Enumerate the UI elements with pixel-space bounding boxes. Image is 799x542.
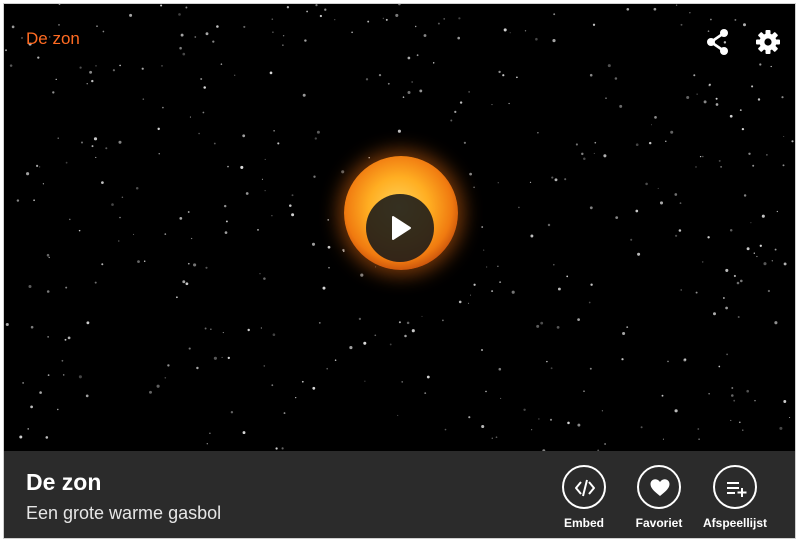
playlist-button[interactable]: Afspeellijst — [696, 465, 776, 535]
heart-icon — [650, 479, 670, 496]
video-title: De zon — [26, 29, 80, 48]
info-title: De zon — [26, 469, 102, 495]
play-button[interactable] — [366, 194, 434, 262]
video-area[interactable]: De zon — [4, 4, 795, 451]
embed-button[interactable]: Embed — [545, 465, 625, 535]
share-icon[interactable] — [704, 28, 732, 56]
video-player: De zon De zon Een grote warme gasbol Emb… — [3, 3, 796, 539]
favorite-label: Favoriet — [635, 516, 683, 530]
gear-icon[interactable] — [754, 28, 782, 56]
code-icon — [575, 479, 595, 497]
info-bar: De zon Een grote warme gasbol Embed Favo… — [4, 451, 795, 538]
playlist-add-icon — [727, 482, 747, 497]
favorite-button[interactable]: Favoriet — [620, 465, 700, 535]
info-subtitle: Een grote warme gasbol — [26, 503, 222, 523]
playlist-label: Afspeellijst — [702, 516, 768, 530]
play-icon — [392, 216, 411, 240]
embed-label: Embed — [563, 516, 604, 530]
